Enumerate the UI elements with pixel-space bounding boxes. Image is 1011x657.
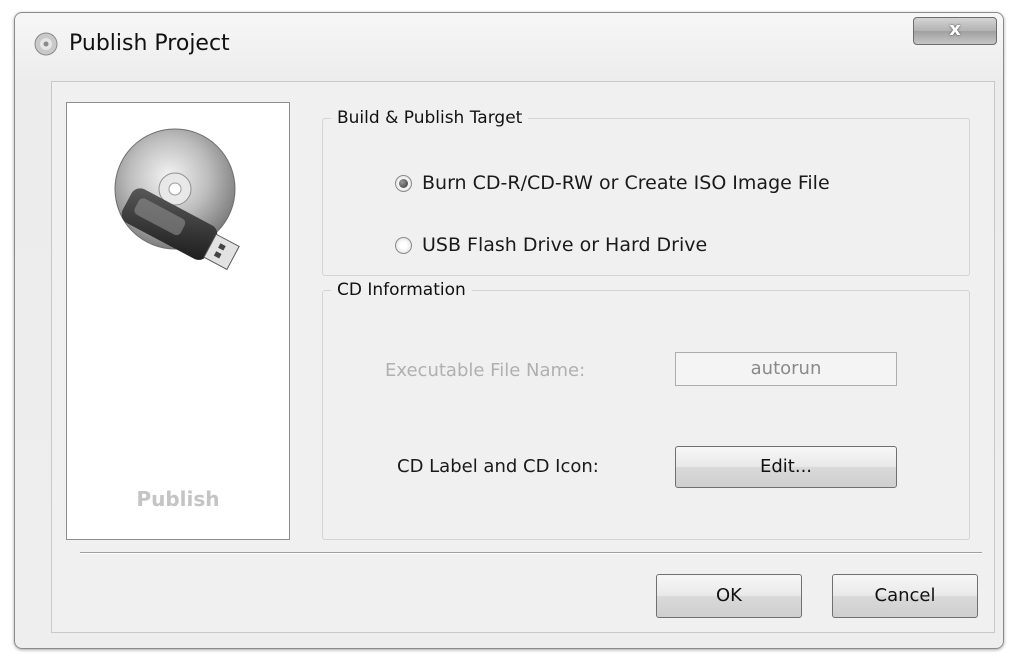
edit-button[interactable]: Edit... xyxy=(675,446,897,488)
radio-usb-drive[interactable]: USB Flash Drive or Hard Drive xyxy=(395,234,707,256)
radio-unchecked-icon[interactable] xyxy=(395,236,412,254)
radio-usb-drive-label: USB Flash Drive or Hard Drive xyxy=(422,234,708,256)
build-target-group: Build & Publish Target Burn CD-R/CD-RW o… xyxy=(322,108,970,276)
radio-checked-icon[interactable] xyxy=(395,174,412,192)
close-icon: x xyxy=(949,19,961,40)
close-button[interactable]: x xyxy=(913,17,997,45)
executable-file-name-field[interactable]: autorun xyxy=(675,352,897,386)
executable-file-name-label: Executable File Name: xyxy=(385,360,586,381)
cd-information-legend: CD Information xyxy=(337,280,466,300)
cd-information-group: CD Information Executable File Name: aut… xyxy=(322,280,970,540)
build-target-legend: Build & Publish Target xyxy=(337,108,523,128)
app-icon xyxy=(33,31,59,57)
dialog-body: Publish Build & Publish Target Burn CD-R… xyxy=(51,81,995,633)
cd-label-icon-label: CD Label and CD Icon: xyxy=(397,456,599,477)
radio-burn-cd[interactable]: Burn CD-R/CD-RW or Create ISO Image File xyxy=(395,172,830,194)
divider xyxy=(80,552,982,554)
ok-button[interactable]: OK xyxy=(656,574,802,618)
window-title: Publish Project xyxy=(69,31,230,56)
publish-project-dialog: Publish Project x Publish Build & Publis… xyxy=(14,12,1004,649)
side-panel: Publish xyxy=(66,102,290,540)
cancel-button[interactable]: Cancel xyxy=(832,574,978,618)
cd-usb-icon xyxy=(114,128,240,271)
title-bar[interactable]: Publish Project x xyxy=(15,13,1003,73)
side-caption: Publish xyxy=(136,487,220,511)
radio-burn-cd-label: Burn CD-R/CD-RW or Create ISO Image File xyxy=(422,172,830,194)
